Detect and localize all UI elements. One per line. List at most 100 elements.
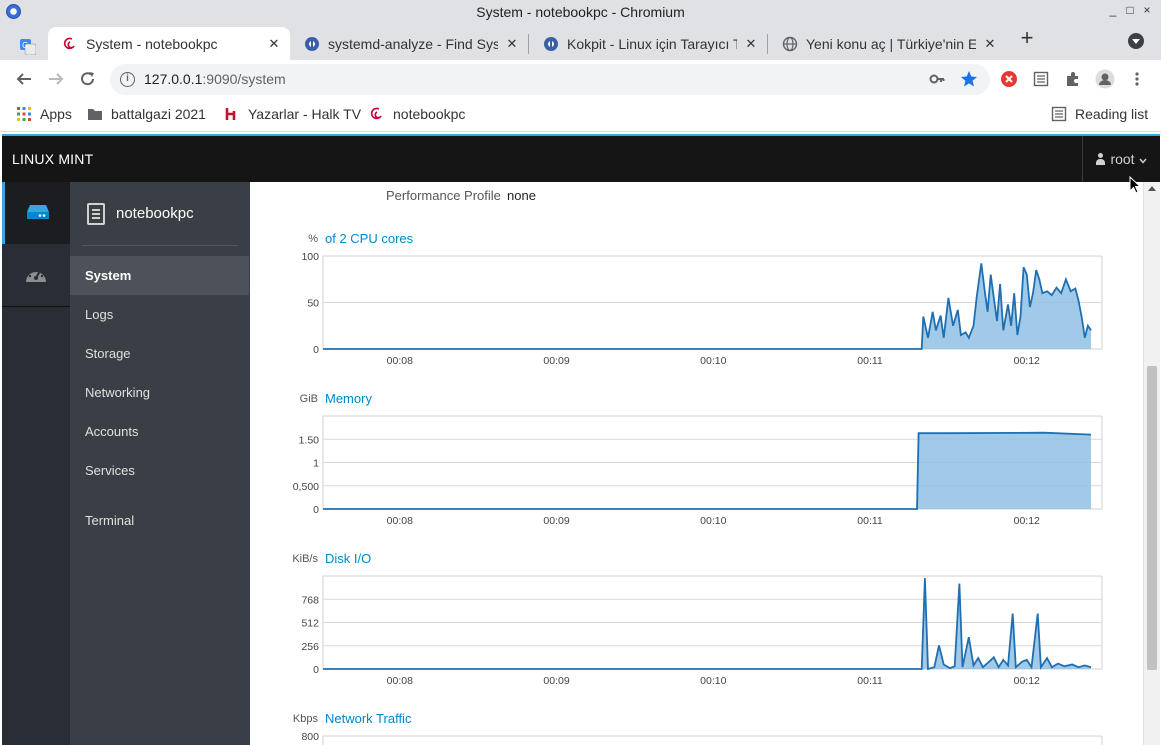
- host-document-icon: [87, 203, 105, 225]
- tab-kokpit[interactable]: Kokpit - Linux için Tarayıcı Ta ✕: [529, 27, 767, 60]
- debian-swirl-icon: [62, 36, 78, 52]
- close-tab-icon[interactable]: ✕: [982, 36, 998, 52]
- new-tab-button[interactable]: +: [1016, 27, 1038, 50]
- bookmark-halk-tv[interactable]: Yazarlar - Halk TV: [224, 106, 361, 122]
- memory-chart-unit: GiB: [299, 393, 318, 405]
- tab-strip: G System - notebookpc ✕ systemd-analyze …: [0, 24, 1161, 60]
- username: root: [1110, 151, 1135, 167]
- close-tab-icon[interactable]: ✕: [743, 36, 759, 52]
- x-tick-label: 00:11: [857, 675, 883, 687]
- divider: [82, 245, 238, 246]
- tab-label: Kokpit - Linux için Tarayıcı Ta: [567, 35, 737, 52]
- x-tick-label: 00:12: [1014, 675, 1040, 687]
- bookmark-notebookpc[interactable]: notebookpc: [369, 106, 465, 122]
- browser-menu-icon[interactable]: [1126, 68, 1148, 90]
- x-tick-label: 00:09: [543, 675, 569, 687]
- rail-host-button[interactable]: [2, 182, 70, 244]
- y-tick-label: 0: [313, 664, 319, 676]
- x-tick-label: 00:11: [857, 515, 883, 527]
- close-tab-icon[interactable]: ✕: [266, 36, 282, 52]
- x-tick-label: 00:11: [857, 355, 883, 367]
- disk-chart-title[interactable]: Disk I/O: [325, 551, 371, 566]
- forward-arrow-icon[interactable]: [45, 68, 67, 90]
- askubuntu-icon: [304, 36, 320, 52]
- site-info-icon[interactable]: i: [120, 72, 135, 87]
- tab-label: System - notebookpc: [86, 35, 218, 52]
- brand-label: LINUX MINT: [12, 151, 94, 167]
- y-tick-label: 0: [313, 344, 319, 356]
- tab-label: Yeni konu aç | Türkiye'nin En: [806, 35, 976, 52]
- y-tick-label: 256: [301, 641, 319, 653]
- close-tab-icon[interactable]: ✕: [504, 36, 520, 52]
- tab-search-button[interactable]: [1128, 33, 1144, 49]
- host-rail: [2, 182, 70, 745]
- y-tick-label: 1.50: [299, 434, 320, 446]
- x-tick-label: 00:08: [387, 515, 413, 527]
- scrollbar-thumb[interactable]: [1147, 366, 1157, 670]
- network-traffic-chart: 800: [301, 731, 1103, 745]
- performance-profile-label: Performance Profile: [386, 188, 501, 203]
- performance-profile-value[interactable]: none: [507, 188, 536, 203]
- extensions-puzzle-icon[interactable]: [1062, 68, 1084, 90]
- x-tick-label: 00:12: [1014, 515, 1040, 527]
- globe-icon: [782, 36, 798, 52]
- user-icon: [1096, 153, 1106, 165]
- x-tick-label: 00:09: [543, 515, 569, 527]
- key-icon[interactable]: [926, 68, 948, 90]
- page-scrollbar[interactable]: [1143, 182, 1160, 745]
- nav-item-system[interactable]: System: [70, 256, 249, 295]
- reload-icon[interactable]: [77, 68, 99, 90]
- user-menu-button[interactable]: root: [1082, 136, 1160, 182]
- tab-yeni-konu[interactable]: Yeni konu aç | Türkiye'nin En ✕: [768, 27, 1006, 60]
- bookmarks-bar: Apps battalgazi 2021 Yazarlar - Halk TV …: [0, 98, 1161, 132]
- host-switcher[interactable]: notebookpc: [70, 182, 250, 246]
- y-tick-label: 1: [313, 458, 319, 470]
- reading-list-button[interactable]: Reading list: [1051, 106, 1148, 122]
- x-tick-label: 00:09: [543, 355, 569, 367]
- tab-system-notebookpc[interactable]: System - notebookpc ✕: [48, 27, 290, 60]
- svg-text:G: G: [22, 41, 28, 50]
- memory-chart-title[interactable]: Memory: [325, 391, 372, 406]
- disk-chart-unit: KiB/s: [292, 553, 318, 565]
- profile-avatar-icon[interactable]: [1094, 68, 1116, 90]
- x-tick-label: 00:10: [700, 675, 726, 687]
- chevron-down-icon: [1139, 151, 1147, 167]
- x-tick-label: 00:10: [700, 515, 726, 527]
- bookmark-folder-battalgazi[interactable]: battalgazi 2021: [87, 106, 206, 122]
- address-bar[interactable]: i 127.0.0.1:9090/system: [110, 64, 990, 95]
- nav-item-logs[interactable]: Logs: [70, 295, 249, 334]
- network-chart-title[interactable]: Network Traffic: [325, 711, 411, 726]
- nav-item-services[interactable]: Services: [70, 451, 249, 490]
- x-tick-label: 00:10: [700, 355, 726, 367]
- back-arrow-icon[interactable]: [13, 68, 35, 90]
- x-tick-label: 00:08: [387, 675, 413, 687]
- scroll-up-arrow-icon[interactable]: [1148, 186, 1156, 191]
- tab-systemd-analyze[interactable]: systemd-analyze - Find Syste ✕: [290, 27, 528, 60]
- maximize-button[interactable]: □: [1123, 3, 1137, 17]
- disk-io-chart: 768 512 256 0 00:08 00:09 00:10 00:11 00:12: [301, 575, 1103, 687]
- bookmark-label: battalgazi 2021: [111, 106, 206, 122]
- google-translate-icon: G: [20, 38, 36, 55]
- y-tick-label: 0: [313, 504, 319, 516]
- tab-label: systemd-analyze - Find Syste: [328, 35, 498, 52]
- nav-item-networking[interactable]: Networking: [70, 373, 249, 412]
- bookmark-label: Reading list: [1075, 106, 1149, 122]
- bookmark-star-icon[interactable]: [958, 68, 980, 90]
- tab-google-translate[interactable]: G: [8, 30, 48, 63]
- rail-dashboard-button[interactable]: [2, 245, 70, 307]
- nav-item-accounts[interactable]: Accounts: [70, 412, 249, 451]
- nav-item-storage[interactable]: Storage: [70, 334, 249, 373]
- halktv-logo-icon: [224, 106, 240, 122]
- bookmark-apps[interactable]: Apps: [16, 106, 72, 122]
- cpu-chart-title[interactable]: of 2 CPU cores: [325, 231, 413, 246]
- nav-item-terminal[interactable]: Terminal: [70, 501, 249, 540]
- bookmark-label: notebookpc: [393, 106, 466, 122]
- y-tick-label: 0,500: [293, 481, 319, 493]
- navigation-menu: notebookpc System Logs Storage Networkin…: [70, 182, 250, 745]
- close-window-button[interactable]: ×: [1140, 3, 1154, 17]
- cpu-chart-unit: %: [308, 233, 318, 245]
- minimize-button[interactable]: _: [1106, 3, 1120, 17]
- adblock-extension-icon[interactable]: [998, 68, 1020, 90]
- reader-extension-icon[interactable]: [1030, 68, 1052, 90]
- reading-list-icon: [1051, 106, 1067, 122]
